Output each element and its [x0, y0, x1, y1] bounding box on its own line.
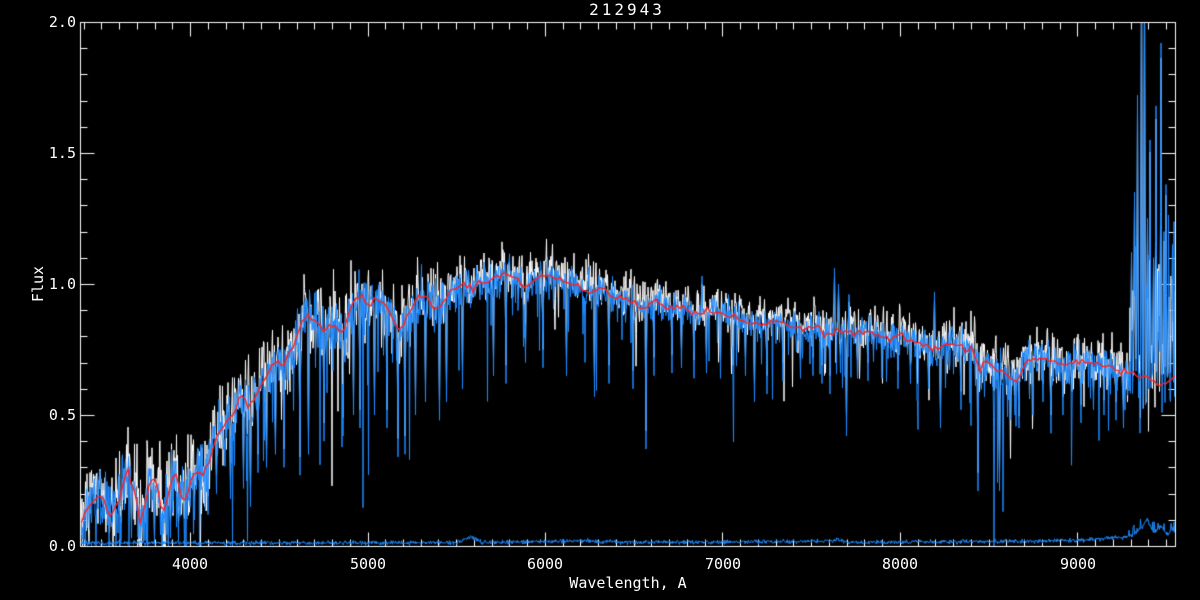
x-axis-label: Wavelength, A: [569, 574, 687, 592]
spectrum-plot-window: 212943 2.0 1.5 1.0 0.5 0.0 Flux 4000 500…: [0, 0, 1200, 600]
y-tick-label-2_0: 2.0: [48, 13, 76, 31]
y-tick-label-0_0: 0.0: [48, 537, 76, 555]
x-tick-label-4000: 4000: [171, 555, 209, 573]
plot-title: 212943: [589, 0, 665, 19]
y-tick-label-1_5: 1.5: [48, 144, 76, 162]
x-tick-label-9000: 9000: [1059, 555, 1097, 573]
y-tick-label-0_5: 0.5: [48, 406, 76, 424]
y-axis-label: Flux: [29, 265, 47, 303]
x-tick-label-6000: 6000: [526, 555, 564, 573]
x-tick-label-8000: 8000: [881, 555, 919, 573]
spectrum-plot-canvas: [0, 0, 1200, 600]
x-tick-label-5000: 5000: [349, 555, 387, 573]
x-tick-label-7000: 7000: [704, 555, 742, 573]
